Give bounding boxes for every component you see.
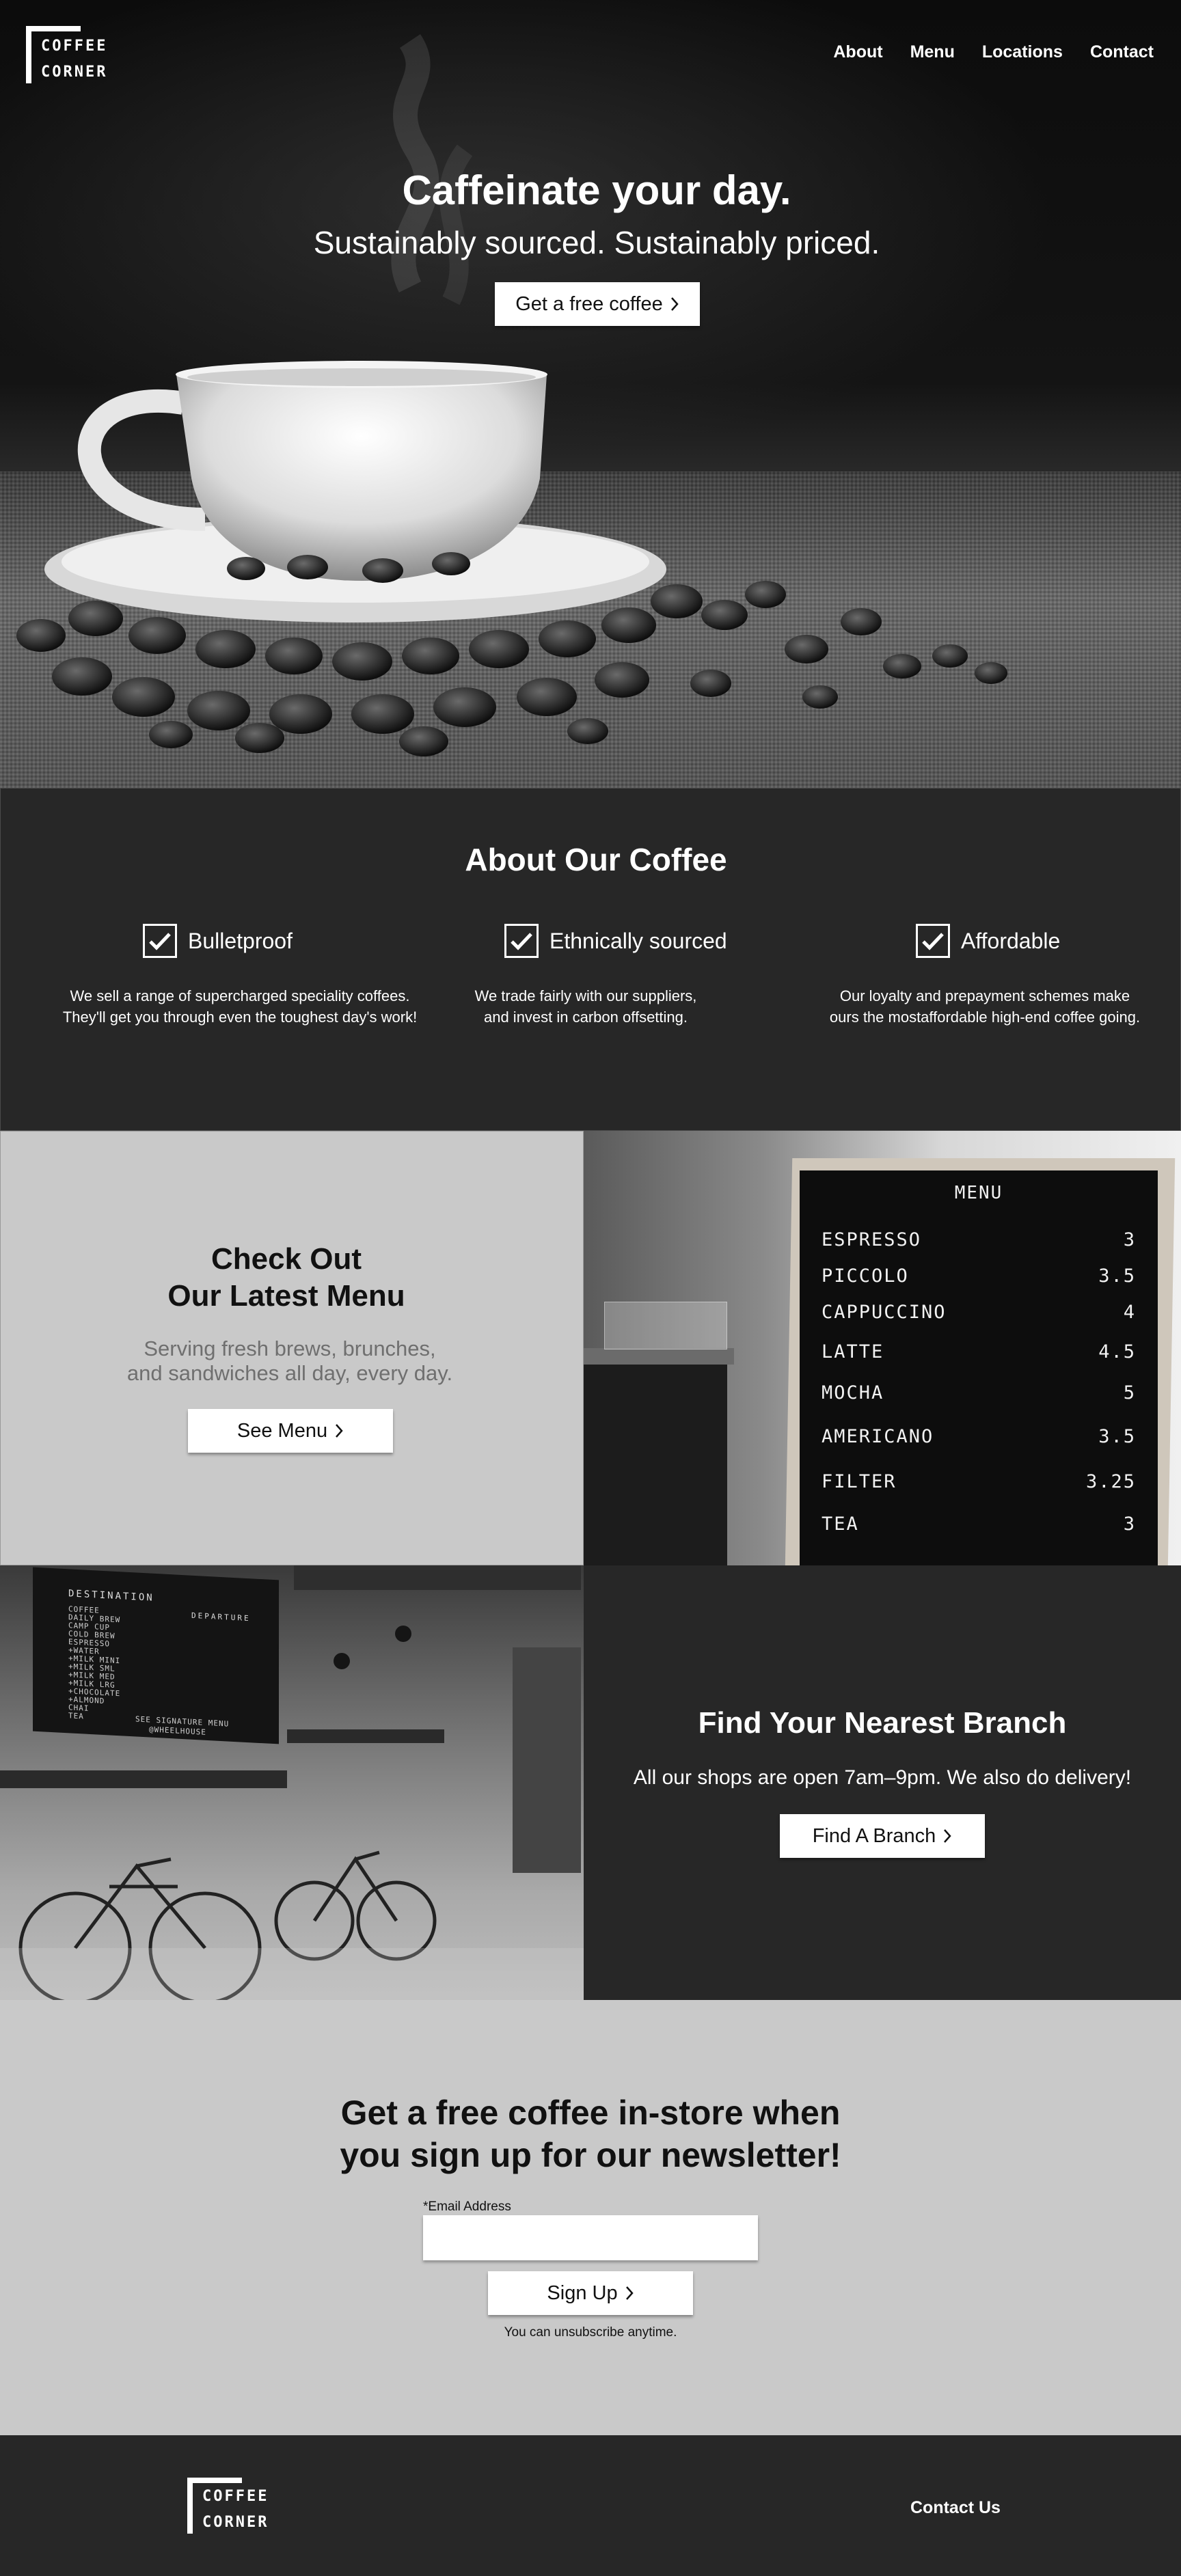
menu-board-row: PICCOLO 3.5 (822, 1265, 1136, 1287)
chevron-right-icon (944, 1829, 951, 1843)
check-icon (916, 924, 950, 958)
menu-board-row: FILTER 3.25 (822, 1471, 1136, 1492)
branch-title: Find Your Nearest Branch (698, 1706, 1067, 1740)
footer-logo[interactable]: COFFEE CORNER (187, 2478, 297, 2546)
feature-desc-line: Our loyalty and prepayment schemes make (839, 987, 1130, 1004)
nav-menu[interactable]: Menu (910, 42, 955, 62)
free-coffee-button[interactable]: Get a free coffee (495, 282, 700, 326)
newsletter-title-line: Get a free coffee in-store when (340, 2094, 841, 2132)
branch-section: Find Your Nearest Branch All our shops a… (584, 1565, 1181, 2000)
see-menu-button[interactable]: See Menu (188, 1409, 393, 1453)
about-title: About Our Coffee (465, 842, 727, 877)
menu-item-price: 3 (1123, 1229, 1136, 1250)
logo-word-1: COFFEE (202, 2488, 269, 2505)
logo-word-2: CORNER (41, 64, 108, 81)
menu-promo-sub-line: Serving fresh brews, brunches, (144, 1337, 436, 1360)
footer-contact-link[interactable]: Contact Us (910, 2498, 1001, 2518)
menu-promo-title-line: Check Out (211, 1242, 362, 1276)
branch-subtitle: All our shops are open 7am–9pm. We also … (633, 1766, 1132, 1789)
unsubscribe-note: You can unsubscribe anytime. (504, 2325, 677, 2340)
free-coffee-label: Get a free coffee (515, 292, 663, 315)
coffee-cup-image (16, 34, 1007, 756)
about-section: About Our Coffee Bulletproof We sell a r… (0, 788, 1181, 1131)
sign-up-label: Sign Up (547, 2282, 618, 2304)
email-label: *Email Address (423, 2200, 511, 2214)
menu-board-row: CAPPUCCINO 4 (822, 1302, 1136, 1323)
menu-item-name: CAPPUCCINO (822, 1302, 947, 1323)
brand-logo[interactable]: COFFEE CORNER (26, 26, 135, 101)
feature-description: We trade fairly with our suppliers, and … (388, 985, 784, 1028)
hero-section: COFFEE CORNER About Menu Locations Conta… (0, 0, 1181, 788)
check-icon (504, 924, 539, 958)
bicycles-illustration (0, 1565, 584, 2000)
menu-item-name: PICCOLO (822, 1265, 909, 1287)
logo-frame-top (187, 2478, 242, 2483)
feature-bulletproof: Bulletproof (143, 924, 293, 958)
nav-contact[interactable]: Contact (1090, 42, 1154, 62)
menu-item-name: TEA (822, 1513, 859, 1535)
menu-item-name: MOCHA (822, 1382, 884, 1403)
sign-up-button[interactable]: Sign Up (488, 2271, 693, 2315)
feature-description: Our loyalty and prepayment schemes make … (800, 985, 1169, 1028)
hero-subtitle: Sustainably sourced. Sustainably priced. (313, 225, 880, 260)
glassware (604, 1302, 727, 1349)
newsletter-section: Get a free coffee in-store when you sign… (0, 2000, 1181, 2435)
feature-affordable: Affordable (916, 924, 1060, 958)
logo-frame-top (26, 26, 81, 31)
site-footer: COFFEE CORNER Contact Us (0, 2435, 1181, 2576)
feature-ethical: Ethnically sourced (504, 924, 727, 958)
menu-item-name: AMERICANO (822, 1426, 934, 1447)
menu-item-name: LATTE (822, 1341, 884, 1362)
counter-shape (584, 1356, 727, 1565)
menu-item-price: 3.25 (1085, 1471, 1136, 1492)
menu-board-row: TEA 3 (822, 1513, 1136, 1535)
menu-board-row: MOCHA 5 (822, 1382, 1136, 1403)
menu-item-name: ESPRESSO (822, 1229, 922, 1250)
feature-desc-line: We trade fairly with our suppliers, (474, 987, 697, 1004)
menu-promo-subtitle: Serving fresh brews, brunches, and sandw… (1, 1337, 579, 1386)
menu-board-row: ESPRESSO 3 (822, 1229, 1136, 1250)
menu-item-price: 3.5 (1098, 1426, 1136, 1447)
counter-top (584, 1348, 734, 1365)
feature-title: Ethnically sourced (549, 928, 727, 953)
menu-item-price: 5 (1123, 1382, 1136, 1403)
logo-word-1: COFFEE (41, 38, 108, 55)
menu-promo-section: Check Out Our Latest Menu Serving fresh … (0, 1131, 584, 1565)
logo-frame-left (187, 2478, 193, 2534)
menu-board-photo: MENU ESPRESSO 3 PICCOLO 3.5 CAPPUCCINO 4 LA… (584, 1131, 1181, 1565)
menu-board-row: AMERICANO 3.5 (822, 1426, 1136, 1447)
find-branch-label: Find A Branch (812, 1824, 936, 1847)
menu-board-heading: MENU (954, 1183, 1003, 1203)
feature-desc-line: ours the mostaffordable high-end coffee … (829, 1009, 1141, 1026)
chevron-right-icon (336, 1424, 343, 1438)
menu-promo-sub-line: and sandwiches all day, every day. (126, 1361, 453, 1385)
feature-title: Bulletproof (188, 928, 293, 953)
menu-item-name: FILTER (822, 1471, 897, 1492)
find-branch-button[interactable]: Find A Branch (780, 1814, 985, 1858)
menu-item-price: 3.5 (1098, 1265, 1136, 1287)
feature-title: Affordable (961, 928, 1061, 953)
nav-about[interactable]: About (833, 42, 882, 62)
check-icon (143, 924, 177, 958)
email-field[interactable] (423, 2215, 758, 2260)
logo-word-2: CORNER (202, 2514, 269, 2531)
menu-promo-title-line: Our Latest Menu (167, 1279, 405, 1313)
logo-frame-left (26, 26, 31, 83)
hero-title: Caffeinate your day. (402, 167, 791, 213)
chevron-right-icon (625, 2286, 634, 2300)
menu-board-row: LATTE 4.5 (822, 1341, 1136, 1362)
menu-promo-title: Check Out Our Latest Menu (1, 1241, 572, 1315)
cafe-interior-photo: DESTINATION DEPARTURE COFFEE DAILY BREW … (0, 1565, 584, 2000)
newsletter-title-line: you sign up for our newsletter! (340, 2136, 841, 2174)
nav-locations[interactable]: Locations (982, 42, 1063, 62)
menu-item-price: 3 (1123, 1513, 1136, 1535)
menu-item-price: 4.5 (1098, 1341, 1136, 1362)
chevron-right-icon (670, 297, 679, 311)
menu-item-price: 4 (1123, 1302, 1136, 1323)
newsletter-title: Get a free coffee in-store when you sign… (0, 2092, 1181, 2176)
see-menu-label: See Menu (236, 1419, 328, 1442)
feature-desc-line: and invest in carbon offsetting. (483, 1009, 688, 1026)
main-nav: About Menu Locations Contact (833, 42, 1154, 62)
